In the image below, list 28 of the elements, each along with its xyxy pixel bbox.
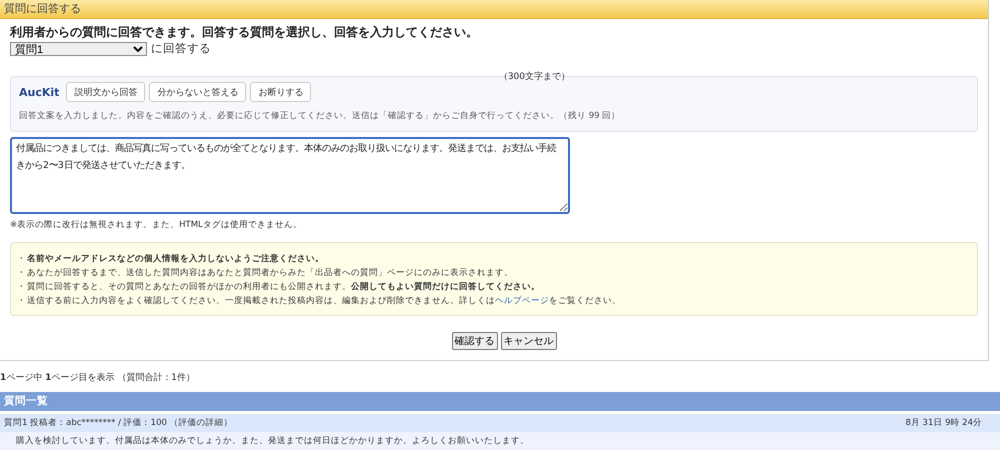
window-title: 質問に回答する [0,0,988,19]
notice-text: 送信する前に入力内容をよく確認してください。一度掲載された投稿内容は、編集および削除できません。詳しくはヘルプページ をご覧ください。 [27,294,621,308]
question-date: 8月 31日 9時 24分 [905,417,982,429]
bullet: ・ [17,253,27,266]
help-link[interactable]: ヘルプページ [495,296,549,306]
question-select[interactable]: 質問1 [10,42,147,56]
answer-field[interactable]: 付属品につきましては、商品写真に写っているものが全てとなります。本体のみのお取り扱いになります。発送までは、お支払い手続きから2〜3日で発送させていただきます。 [10,137,570,214]
template-button[interactable]: お断りする [250,82,312,102]
select-label: に回答する [151,41,211,56]
notice-text: あなたが回答するまで、送信した質問内容はあなたと質問者からみた「出品者への質問」ページにのみに表示されます。 [27,266,513,280]
answer-note: ※表示の際に改行は無視されます。また、HTMLタグは使用できません。 [10,219,303,231]
status-text: 回答文案を入力しました。内容をご確認のうえ、必要に応じて修正してください。送信は「確認する」からご自身で行ってください。（残り 99 回） [19,110,622,122]
intro-text: 利用者からの質問に回答できます。回答する質問を選択し、回答を入力してください。 [10,24,479,41]
bullet: ・ [17,281,27,294]
brand-label: AucKit [19,86,60,98]
question-text: 購入を検討しています。付属品は本体のみでしょうか。また、発送までは何日ほどかかりますか。よろしくお願いいたします。 [0,432,1000,450]
notice-text: 名前やメールアドレスなどの個人情報を入力しないようご注意ください。 [27,252,324,266]
pagination-text: 1ページ中 1ページ目を表示 （質問合計：1件） [0,372,196,385]
template-button[interactable]: 分からないと答える [149,82,246,102]
form-button[interactable]: キャンセル [500,332,556,350]
form-button[interactable]: 確認する [452,332,498,350]
char-limit: （300文字まで） [498,72,570,82]
list-title: 質問一覧 [0,392,1000,411]
question-meta: 質問1 投稿者：abc******** / 評価：100 （評価の詳細） [4,417,233,429]
bullet: ・ [17,295,27,308]
notice-text: 質問に回答すると、その質問とあなたの回答がほかの利用者にも公開されます。公開してもよい質問だけに回答してください。 [27,280,540,294]
bullet: ・ [17,267,27,280]
template-button[interactable]: 説明文から回答 [66,82,146,102]
